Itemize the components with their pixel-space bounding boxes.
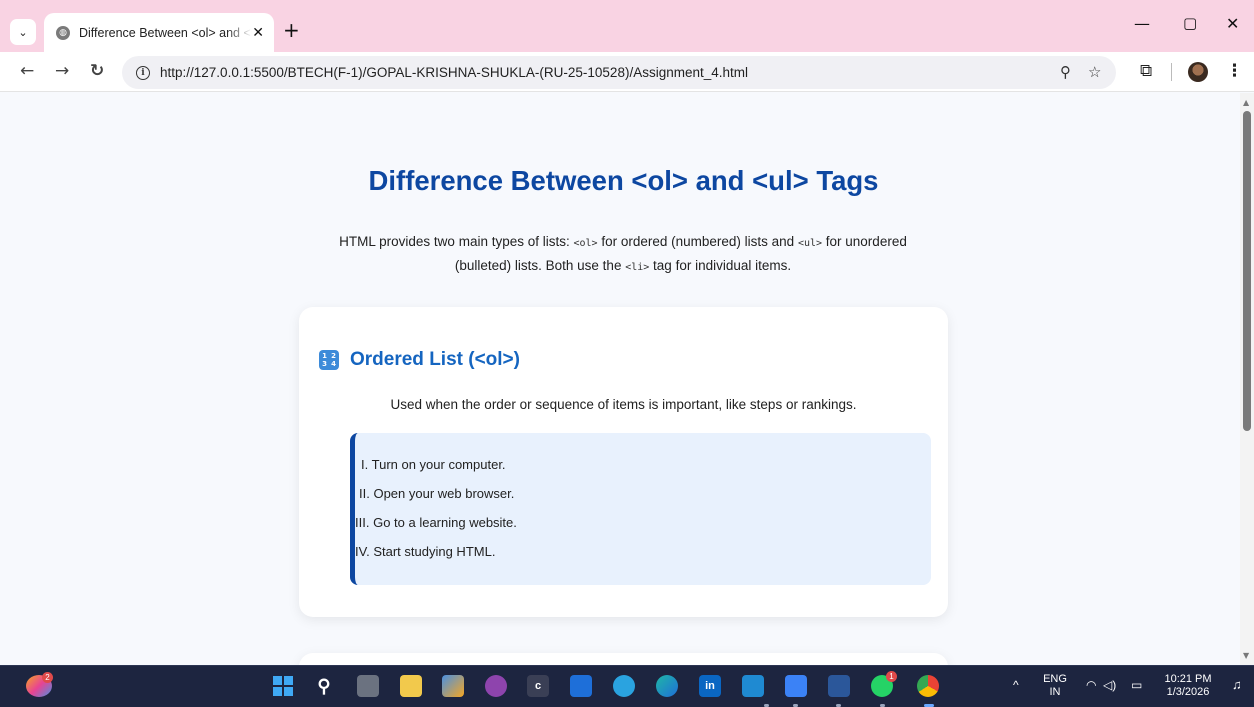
restore-icon[interactable]: ▢ [1183,14,1197,32]
card-title: Ordered List (<ol>) [350,349,520,370]
more-menu-icon[interactable]: ⋮ [1226,61,1243,81]
list-item: II. Open your web browser. [359,486,515,501]
edge-icon[interactable] [656,675,678,697]
list-item: IV. Start studying HTML. [355,544,496,559]
toolbar-divider [1171,63,1172,81]
task-view-icon[interactable] [357,675,379,697]
ordered-list: I. Turn on your computer. II. Open your … [350,433,931,585]
back-icon[interactable]: ← [20,61,34,81]
windows-start-icon[interactable] [272,675,294,697]
scroll-down-arrow[interactable]: ▼ [1243,651,1249,660]
code-ol: <ol> [573,238,598,249]
file-explorer-icon[interactable] [400,675,422,697]
numbers-icon: 12 34 [319,350,339,370]
code-ul: <ul> [797,238,823,249]
forward-icon[interactable]: → [55,61,69,81]
battery-icon[interactable]: ▭ [1131,679,1142,692]
store-icon[interactable] [570,675,592,697]
linkedin-icon[interactable]: in [699,675,721,697]
url-text[interactable]: http://127.0.0.1:5500/BTECH(F-1)/GOPAL-K… [160,65,748,80]
windows-taskbar: 2 ⚲ c in 1 ^ ENG IN ◠ ◁) ▭ 10:21 PM 1/3/20… [0,665,1254,707]
page-scrollbar[interactable]: ▲ ▼ [1240,93,1254,665]
new-tab-button[interactable]: + [283,18,300,42]
list-item: I. Turn on your computer. [361,457,506,472]
clock[interactable]: 10:21 PM 1/3/2026 [1158,673,1218,699]
cloud-app-icon[interactable] [785,675,807,697]
app-c-icon[interactable]: c [527,675,549,697]
ordered-list-card: 12 34 Ordered List (<ol>) Used when the … [299,307,948,617]
vscode-icon[interactable] [742,675,764,697]
tab-title: Difference Between <ol> and <ul> Tags [79,25,252,40]
search-icon[interactable]: ⚲ [313,675,335,697]
address-bar[interactable]: i http://127.0.0.1:5500/BTECH(F-1)/GOPAL… [122,56,1116,89]
copilot-badge: 2 [42,672,53,683]
zoom-icon[interactable]: ⚲ [1060,63,1071,81]
scroll-up-arrow[interactable]: ▲ [1243,98,1249,107]
unordered-list-card [299,653,948,665]
card-description: Used when the order or sequence of items… [390,397,857,412]
browser-toolbar: ← → ↻ i http://127.0.0.1:5500/BTECH(F-1)… [0,52,1254,92]
card-heading: 12 34 Ordered List (<ol>) [319,349,520,371]
extensions-icon[interactable]: ⧉ [1140,61,1152,81]
chrome-icon[interactable] [917,675,939,697]
word-icon[interactable] [828,675,850,697]
page-title: Difference Between <ol> and <ul> Tags [368,165,879,196]
language-indicator[interactable]: ENG IN [1040,673,1070,699]
globe-icon: ◍ [56,25,70,40]
site-info-icon[interactable]: i [136,65,150,80]
reload-icon[interactable]: ↻ [90,61,104,81]
page-viewport: Difference Between <ol> and <ul> Tags HT… [0,93,1240,665]
minimize-icon[interactable]: — [1134,14,1150,33]
wifi-icon[interactable]: ◠ [1086,679,1096,692]
list-item: III. Go to a learning website. [355,515,517,530]
close-window-icon[interactable]: ✕ [1226,14,1239,33]
volume-icon[interactable]: ◁) [1103,679,1116,692]
bookmark-star-icon[interactable]: ☆ [1088,63,1101,81]
tray-chevron-icon[interactable]: ^ [1013,679,1019,692]
notification-icon[interactable]: ♫ [1232,678,1242,691]
scroll-thumb[interactable] [1243,111,1251,431]
profile-avatar[interactable] [1188,62,1208,82]
tab-close-icon[interactable]: ✕ [252,25,264,41]
tab-menu-icon[interactable]: ⌄ [10,19,36,45]
code-li: <li> [625,262,650,273]
whatsapp-badge: 1 [886,671,897,682]
telegram-icon[interactable] [613,675,635,697]
copilot-app-icon[interactable] [442,675,464,697]
active-tab[interactable]: ◍ Difference Between <ol> and <ul> Tags … [44,13,274,52]
intro-paragraph: HTML provides two main types of lists: <… [339,234,907,273]
tab-strip: ⌄ ◍ Difference Between <ol> and <ul> Tag… [0,0,1254,52]
media-app-icon[interactable] [485,675,507,697]
